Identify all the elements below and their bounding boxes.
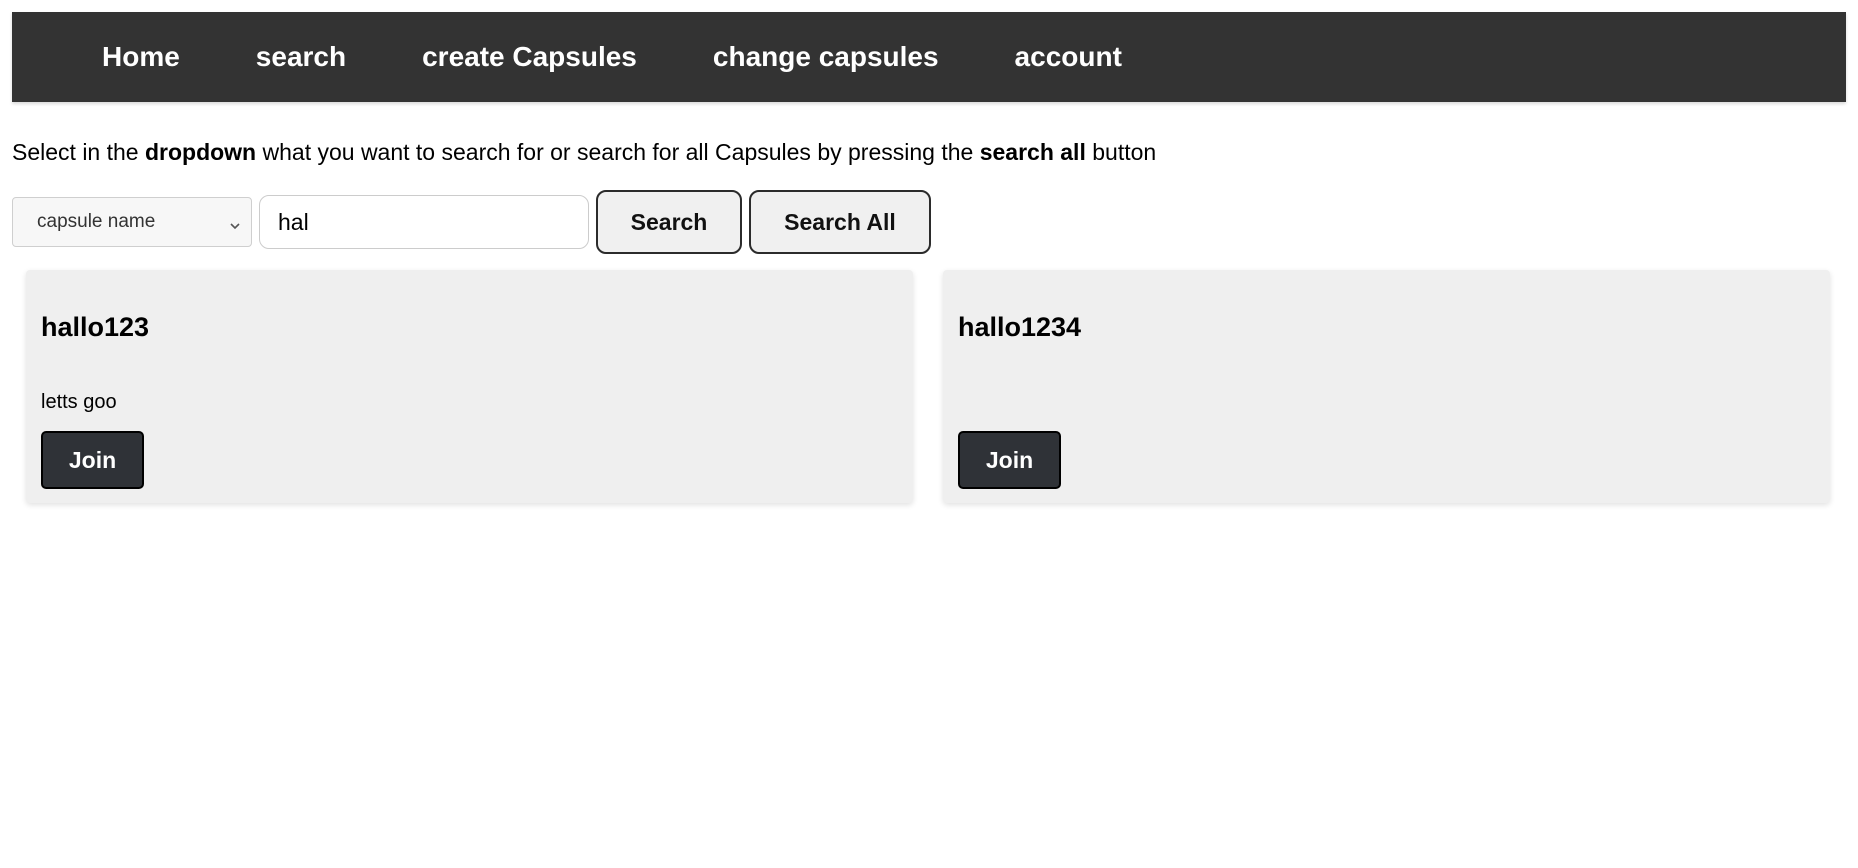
page: Home search create Capsules change capsu…: [0, 0, 1858, 868]
nav-home-link[interactable]: Home: [102, 41, 180, 73]
capsule-card: hallo123 letts goo Join: [26, 270, 913, 503]
capsule-card: hallo1234 Join: [943, 270, 1830, 503]
join-button[interactable]: Join: [41, 431, 144, 489]
capsule-results: hallo123 letts goo Join hallo1234 Join: [12, 270, 1846, 503]
nav-account-link[interactable]: account: [1015, 41, 1122, 73]
intro-text-2: what you want to search for or search fo…: [256, 139, 980, 165]
top-navbar: Home search create Capsules change capsu…: [12, 12, 1846, 102]
search-input[interactable]: [259, 195, 589, 249]
search-instructions: Select in the dropdown what you want to …: [12, 138, 1846, 166]
capsule-description: letts goo: [41, 391, 117, 413]
search-button[interactable]: Search: [596, 190, 742, 254]
dropdown-selected-value: capsule name: [37, 211, 156, 232]
intro-bold-search-all: search all: [979, 139, 1086, 165]
capsule-title: hallo1234: [958, 312, 1082, 342]
intro-text-3: button: [1085, 139, 1157, 165]
search-all-button[interactable]: Search All: [749, 190, 931, 254]
intro-text-1: Select in the: [12, 139, 145, 165]
search-field-dropdown[interactable]: capsule name: [12, 197, 252, 247]
intro-bold-dropdown: dropdown: [144, 139, 257, 165]
search-controls: capsule name Search Search All: [12, 190, 1846, 254]
nav-change-capsules-link[interactable]: change capsules: [713, 41, 939, 73]
nav-search-link[interactable]: search: [256, 41, 346, 73]
chevron-down-icon: [229, 216, 241, 230]
nav-create-capsules-link[interactable]: create Capsules: [422, 41, 637, 73]
join-button[interactable]: Join: [958, 431, 1061, 489]
capsule-title: hallo123: [41, 312, 150, 342]
